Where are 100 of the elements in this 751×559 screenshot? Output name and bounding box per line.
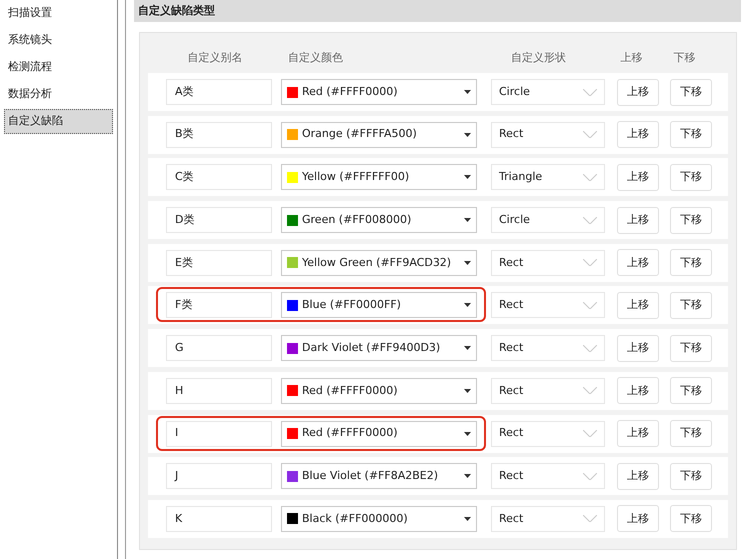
column-header: 自定义别名 [186, 50, 244, 66]
color-label: Green (#FF008000) [302, 212, 412, 228]
chevron-icon [583, 131, 597, 138]
caret-icon [464, 346, 471, 350]
move-up-button[interactable]: 上移 [617, 334, 659, 362]
shape-dropdown[interactable]: Rect [491, 378, 605, 404]
chevron-icon [583, 88, 597, 96]
column-header: 自定义形状 [510, 50, 567, 66]
alias-field[interactable]: H [166, 378, 272, 404]
shape-label: Rect [499, 425, 524, 442]
shape-label: Rect [499, 340, 524, 356]
color-dropdown[interactable]: Orange (#FFFFA500) [281, 122, 477, 148]
sidebar-item[interactable]: 自定义缺陷 [4, 109, 113, 134]
color-dropdown[interactable]: Yellow (#FFFFFF00) [281, 164, 477, 190]
shape-dropdown[interactable]: Rect [491, 335, 605, 362]
caret-icon [464, 90, 471, 94]
move-up-button[interactable]: 上移 [617, 292, 659, 319]
color-label: Red (#FFFF0000) [302, 382, 398, 399]
shape-label: Rect [499, 468, 524, 484]
column-header: 下移 [672, 50, 696, 66]
move-down-button[interactable]: 下移 [670, 78, 712, 106]
move-up-button[interactable]: 上移 [617, 206, 659, 234]
shape-label: Rect [499, 510, 524, 527]
alias-field[interactable]: D类 [166, 207, 272, 234]
move-down-button[interactable]: 下移 [670, 292, 712, 319]
caret-icon [464, 132, 471, 137]
move-down-button[interactable]: 下移 [670, 334, 712, 362]
alias-field[interactable]: C类 [166, 164, 272, 190]
sidebar-item[interactable]: 扫描设置 [4, 1, 113, 26]
sidebar-item[interactable]: 检测流程 [4, 55, 113, 80]
shape-dropdown[interactable]: Rect [491, 506, 605, 532]
move-down-button[interactable]: 下移 [670, 462, 712, 490]
color-dropdown[interactable]: Blue Violet (#FF8A2BE2) [281, 463, 477, 490]
move-down-button[interactable]: 下移 [670, 420, 712, 447]
shape-dropdown[interactable]: Rect [491, 420, 605, 446]
color-label: Blue (#FF0000FF) [302, 297, 402, 314]
shape-label: Triangle [499, 169, 544, 186]
chevron-icon [583, 472, 597, 480]
color-label: Red (#FFFF0000) [302, 425, 398, 442]
shape-dropdown[interactable]: Triangle [491, 164, 605, 190]
color-label: Black (#FF000000) [302, 510, 409, 527]
chevron-icon [583, 302, 597, 309]
move-up-button[interactable]: 上移 [617, 505, 659, 532]
color-dropdown[interactable]: Yellow Green (#FF9ACD32) [281, 250, 477, 276]
alias-field[interactable]: I [166, 420, 272, 446]
column-header: 上移 [620, 50, 644, 66]
alias-field[interactable]: G [166, 335, 272, 362]
move-up-button[interactable]: 上移 [617, 249, 659, 276]
caret-icon [464, 474, 471, 478]
move-up-button[interactable]: 上移 [617, 78, 659, 106]
shape-dropdown[interactable]: Rect [491, 292, 605, 318]
move-up-button[interactable]: 上移 [617, 164, 659, 191]
shape-label: Rect [499, 382, 524, 399]
color-dropdown[interactable]: Green (#FF008000) [281, 207, 477, 234]
caret-icon [464, 218, 471, 222]
shape-dropdown[interactable]: Circle [491, 207, 605, 234]
shape-dropdown[interactable]: Rect [491, 250, 605, 276]
caret-icon [464, 432, 471, 436]
color-dropdown[interactable]: Dark Violet (#FF9400D3) [281, 335, 477, 362]
caret-icon [464, 260, 471, 265]
color-label: Red (#FFFF0000) [302, 84, 398, 100]
shape-label: Circle [499, 84, 531, 100]
move-up-button[interactable]: 上移 [617, 377, 659, 404]
move-up-button[interactable]: 上移 [617, 462, 659, 490]
shape-label: Rect [499, 126, 524, 142]
color-dropdown[interactable]: Blue (#FF0000FF) [281, 292, 477, 318]
color-dropdown[interactable]: Red (#FFFF0000) [281, 79, 477, 105]
move-down-button[interactable]: 下移 [670, 377, 712, 404]
shape-dropdown[interactable]: Rect [491, 122, 605, 148]
caret-icon [464, 516, 471, 521]
move-down-button[interactable]: 下移 [670, 164, 712, 191]
shape-dropdown[interactable]: Circle [491, 79, 605, 105]
chevron-icon [583, 344, 597, 352]
move-up-button[interactable]: 上移 [617, 121, 659, 148]
sidebar-item[interactable]: 系统镜头 [4, 28, 113, 53]
move-down-button[interactable]: 下移 [670, 121, 712, 148]
shape-dropdown[interactable]: Rect [491, 463, 605, 490]
chevron-icon [583, 259, 597, 266]
move-down-button[interactable]: 下移 [670, 505, 712, 532]
move-up-button[interactable]: 上移 [617, 420, 659, 447]
alias-field[interactable]: A类 [166, 79, 272, 105]
chevron-icon [583, 515, 597, 522]
alias-field[interactable]: F类 [166, 292, 272, 318]
caret-icon [464, 303, 471, 308]
sidebar-item[interactable]: 数据分析 [4, 82, 113, 107]
alias-field[interactable]: K [166, 506, 272, 532]
color-label: Orange (#FFFFA500) [302, 126, 418, 142]
chevron-icon [583, 174, 597, 181]
color-dropdown[interactable]: Red (#FFFF0000) [281, 378, 477, 404]
move-down-button[interactable]: 下移 [670, 249, 712, 276]
alias-field[interactable]: E类 [166, 250, 272, 276]
caret-icon [464, 175, 471, 180]
shape-label: Rect [499, 254, 524, 270]
alias-field[interactable]: B类 [166, 122, 272, 148]
color-dropdown[interactable]: Black (#FF000000) [281, 506, 477, 532]
move-down-button[interactable]: 下移 [670, 206, 712, 234]
alias-field[interactable]: J [166, 463, 272, 490]
caret-icon [464, 388, 471, 393]
color-dropdown[interactable]: Red (#FFFF0000) [281, 420, 477, 446]
chevron-icon [583, 430, 597, 437]
